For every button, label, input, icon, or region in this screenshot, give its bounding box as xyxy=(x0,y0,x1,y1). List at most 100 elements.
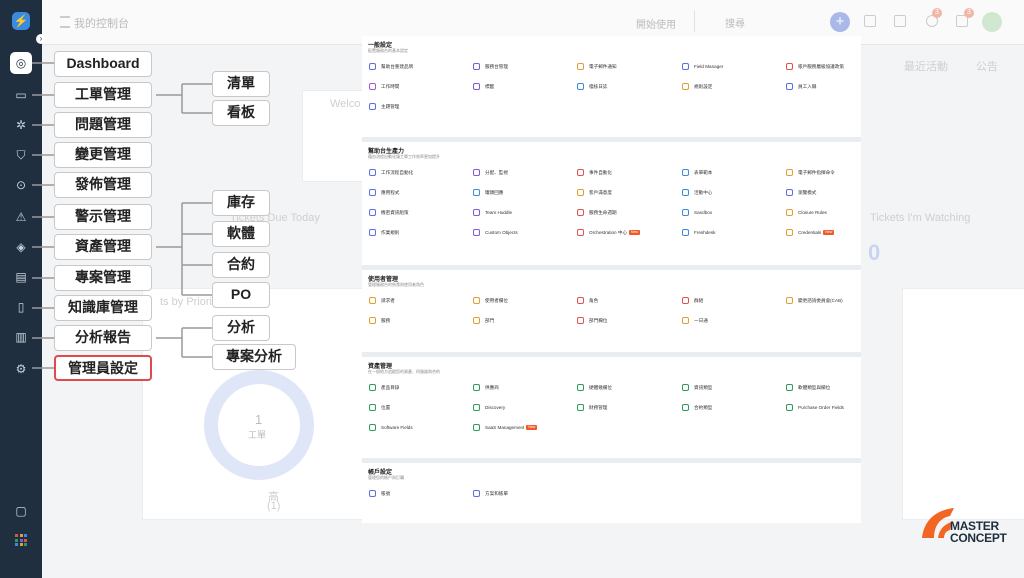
settings-item[interactable]: Team Huddle xyxy=(473,208,512,218)
settings-item[interactable]: 群組 xyxy=(682,296,703,306)
settings-item[interactable]: 部門欄位 xyxy=(577,316,607,326)
lightning-logo-icon[interactable]: ⚡ xyxy=(12,12,30,30)
settings-item-label: 部門欄位 xyxy=(589,318,608,323)
apps-grid-icon[interactable] xyxy=(15,534,27,546)
settings-item[interactable]: 電子郵件指揮命令 xyxy=(786,168,835,178)
bug-icon[interactable]: ✲ xyxy=(10,114,32,136)
settings-item-icon xyxy=(786,297,793,305)
settings-item[interactable]: 角色 xyxy=(577,296,598,306)
analytics-icon[interactable]: ▥ xyxy=(10,326,32,348)
settings-item[interactable]: 工作時間 xyxy=(369,82,399,92)
settings-item[interactable]: Credentials New xyxy=(786,228,835,238)
settings-item[interactable]: 服務 xyxy=(369,316,390,326)
settings-item[interactable]: Purchase Order Fields xyxy=(786,403,844,413)
settings-item[interactable]: 客戶滿意度 xyxy=(577,188,612,198)
settings-item[interactable]: 帳號 xyxy=(369,489,390,499)
chevron-right-icon[interactable]: › xyxy=(36,34,46,44)
settings-item-label: Custom Objects xyxy=(485,230,518,235)
settings-item[interactable]: 產品目錄 xyxy=(369,383,399,393)
settings-item-icon xyxy=(473,209,480,217)
book-icon[interactable]: ▯ xyxy=(10,296,32,318)
get-started-link[interactable]: 開始使用 xyxy=(636,16,676,31)
settings-item[interactable]: Freshdesk xyxy=(682,228,715,238)
settings-item[interactable]: Field Manager xyxy=(682,62,723,72)
donut-value: 1 xyxy=(255,412,263,427)
settings-item[interactable]: Discovery xyxy=(473,403,505,413)
settings-item-label: 電子郵件指揮命令 xyxy=(798,170,835,175)
alert-icon[interactable]: ⚠ xyxy=(10,206,32,228)
settings-item[interactable]: 請求者 xyxy=(369,296,395,306)
settings-item[interactable]: 使用者欄位 xyxy=(473,296,508,306)
calendar-icon[interactable] xyxy=(894,15,906,27)
settings-item[interactable]: Software Fields xyxy=(369,423,413,433)
settings-item-icon xyxy=(682,63,689,71)
settings-item-label: 軟體類型與欄位 xyxy=(798,385,831,390)
settings-item[interactable]: 資訊類型 xyxy=(682,383,712,393)
settings-item[interactable]: 服務台管理 xyxy=(473,62,508,72)
ticket-icon[interactable]: ▭ xyxy=(10,84,32,106)
screen-frame: 我的控制台 開始使用 搜尋 + 3 3 Welco 最近活動 公告 Ticket… xyxy=(0,0,1024,578)
settings-item[interactable]: 部門 xyxy=(473,316,494,326)
settings-item-label: Purchase Order Fields xyxy=(798,405,844,410)
watching-count: 0 xyxy=(868,240,881,265)
settings-item[interactable]: 標籤 xyxy=(473,82,494,92)
settings-item-label: 角色 xyxy=(589,298,599,303)
settings-item[interactable]: Orchestration 中心 New xyxy=(577,228,641,238)
settings-item[interactable]: 合約類型 xyxy=(682,403,712,413)
settings-item[interactable]: 瀏覽模式 xyxy=(786,188,816,198)
settings-item-icon xyxy=(577,169,584,177)
settings-item-icon xyxy=(682,189,689,197)
settings-item-label: Credentials xyxy=(798,230,822,235)
settings-item[interactable]: 員工入職 xyxy=(786,82,816,92)
release-icon[interactable]: ⊙ xyxy=(10,174,32,196)
announcements-link[interactable]: 公告 xyxy=(976,58,998,74)
settings-item[interactable]: 分配、監視 xyxy=(473,168,508,178)
settings-item[interactable]: 帳戶服務層級協議政策 xyxy=(786,62,844,72)
settings-item-icon xyxy=(369,189,376,197)
settings-item[interactable]: 機密資訊組策 xyxy=(369,208,409,218)
settings-item[interactable]: 表單範本 xyxy=(682,168,712,178)
settings-item[interactable]: 方案和帳單 xyxy=(473,489,508,499)
search-input[interactable]: 搜尋 xyxy=(694,10,815,32)
settings-item[interactable]: 罐頭回應 xyxy=(473,188,503,198)
recent-activity-link[interactable]: 最近活動 xyxy=(904,58,948,74)
settings-item[interactable]: Closure Rules xyxy=(786,208,827,218)
speedometer-icon[interactable]: ◎ xyxy=(10,52,32,74)
avatar[interactable] xyxy=(982,12,1002,32)
settings-item[interactable]: 規則設定 xyxy=(682,82,712,92)
project-icon[interactable]: ▤ xyxy=(10,266,32,288)
settings-item-icon xyxy=(786,384,793,392)
settings-item[interactable]: 幫助台重建品牌 xyxy=(369,62,413,72)
settings-item[interactable]: 作業規則 xyxy=(369,228,399,238)
node-software: 軟體 xyxy=(212,221,270,247)
settings-item[interactable]: 位置 xyxy=(369,403,390,413)
settings-item-label: 標籤 xyxy=(485,84,495,89)
change-icon[interactable]: ⛉ xyxy=(10,144,32,166)
settings-item[interactable]: 軟體類型與欄位 xyxy=(786,383,830,393)
settings-item[interactable]: SaaS Management New xyxy=(473,423,538,433)
node-admin-settings: 管理員設定 xyxy=(54,355,152,381)
settings-item[interactable]: 主題管理 xyxy=(369,102,399,112)
settings-item[interactable]: 工作流程自動化 xyxy=(369,168,413,178)
settings-item[interactable]: Custom Objects xyxy=(473,228,518,238)
asset-icon[interactable]: ◈ xyxy=(10,236,32,258)
settings-item[interactable]: Sandbox xyxy=(682,208,712,218)
settings-item[interactable]: 硬體幾欄位 xyxy=(577,383,612,393)
gear-icon[interactable]: ⚙ xyxy=(10,358,32,380)
settings-item[interactable]: 稽核日誌 xyxy=(577,82,607,92)
settings-item-icon xyxy=(577,384,584,392)
settings-item[interactable]: 服務生命週期 xyxy=(577,208,617,218)
settings-item-icon xyxy=(473,490,480,498)
settings-item[interactable]: 活動中心 xyxy=(682,188,712,198)
menu-icon[interactable] xyxy=(60,16,70,28)
chat-icon[interactable]: ▢ xyxy=(10,500,32,522)
new-button[interactable]: + xyxy=(830,12,850,32)
settings-item[interactable]: 財務管理 xyxy=(577,403,607,413)
settings-item[interactable]: 一日通 xyxy=(682,316,708,326)
list-icon[interactable] xyxy=(864,15,876,27)
settings-item[interactable]: 變更諮詢委員會(CAB) xyxy=(786,296,843,306)
settings-item[interactable]: 供應商 xyxy=(473,383,499,393)
settings-item[interactable]: 事件自動化 xyxy=(577,168,612,178)
settings-item[interactable]: 電子郵件通知 xyxy=(577,62,617,72)
settings-item[interactable]: 應用程式 xyxy=(369,188,399,198)
